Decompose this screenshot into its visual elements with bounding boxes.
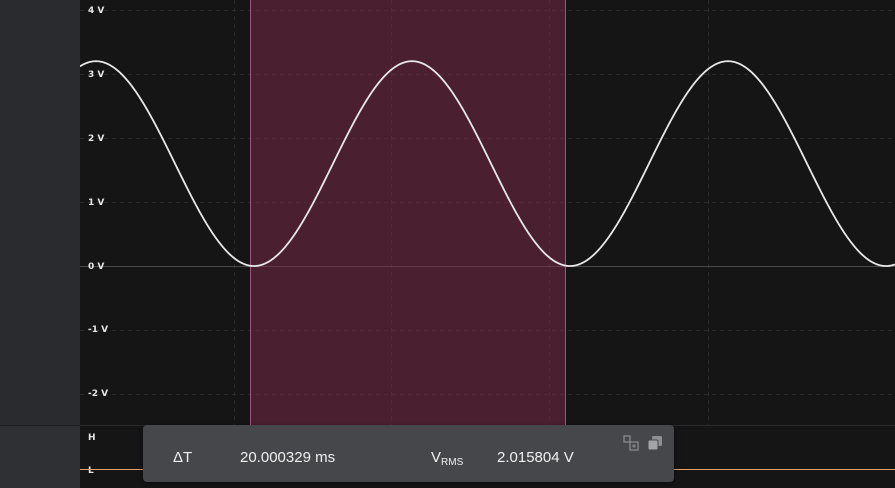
waveform-canvas[interactable] xyxy=(80,0,895,425)
vrms-value: 2.015804 V xyxy=(497,449,574,466)
oscilloscope-app: 4 V 3 V 2 V 1 V 0 V -1 V -2 V H L ΔT 20.… xyxy=(0,0,895,488)
measurement-panel: ΔT 20.000329 ms VRMS 2.015804 V xyxy=(143,425,674,482)
vrms-label: VRMS xyxy=(431,449,464,468)
y-axis-label-2v: 2 V xyxy=(88,134,105,144)
expand-view-icon[interactable] xyxy=(623,435,639,451)
waveform-plot[interactable]: 4 V 3 V 2 V 1 V 0 V -1 V -2 V xyxy=(80,0,895,425)
y-axis-label-m1v: -1 V xyxy=(88,325,109,335)
digital-low-label: L xyxy=(88,466,94,476)
channel-sidebar xyxy=(0,0,80,488)
y-axis-label-3v: 3 V xyxy=(88,70,105,80)
delta-t-label: ΔT xyxy=(173,449,193,466)
delta-t-value: 20.000329 ms xyxy=(240,449,336,466)
y-axis-label-0v: 0 V xyxy=(88,262,105,272)
y-axis-label-m2v: -2 V xyxy=(88,389,109,399)
y-axis-label-1v: 1 V xyxy=(88,198,105,208)
digital-high-label: H xyxy=(88,433,96,443)
cursor-region xyxy=(250,0,566,425)
y-axis-label-4v: 4 V xyxy=(88,6,105,16)
copy-icon[interactable] xyxy=(647,435,663,451)
digital-channel-sidebar xyxy=(0,425,80,488)
